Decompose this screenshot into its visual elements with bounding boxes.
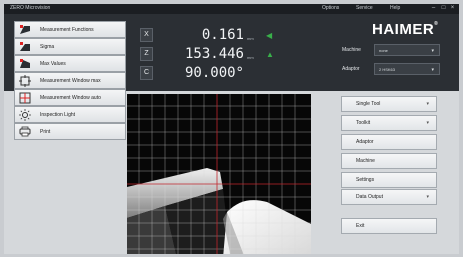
camera-image — [127, 94, 311, 254]
camera-view[interactable] — [127, 94, 311, 254]
print-button[interactable]: Print — [14, 123, 126, 140]
adapter-label: Adaptor — [342, 66, 360, 72]
single-tool-label: Single Tool — [356, 101, 381, 107]
axis-z-unit: mm — [247, 55, 254, 60]
tool-icon — [18, 24, 32, 36]
machine-button[interactable]: Machine — [341, 153, 437, 169]
measurement-window-max-label: Measurement Window max — [40, 77, 101, 84]
chevron-down-icon: ▾ — [426, 101, 429, 107]
minimize-icon[interactable]: – — [430, 5, 437, 12]
data-output-button[interactable]: Data Output ▾ — [341, 189, 437, 205]
machine-button-label: Machine — [356, 158, 375, 164]
measurement-window-auto-label: Measurement Window auto — [40, 94, 101, 101]
print-label: Print — [40, 128, 51, 135]
adaptor-label: Adaptor — [356, 139, 374, 145]
inspection-light-label: Inspection Light — [40, 111, 76, 118]
axis-c-value: 90.000° — [184, 65, 244, 81]
measurement-window-auto-button[interactable]: Measurement Window auto — [14, 89, 126, 106]
print-icon — [18, 126, 32, 138]
axis-z-button[interactable]: Z — [140, 47, 153, 61]
settings-button[interactable]: Settings — [341, 172, 437, 188]
measurement-functions-button[interactable]: Measurement Functions — [14, 21, 126, 38]
measurement-window-max-button[interactable]: Measurement Window max — [14, 72, 126, 89]
single-tool-button[interactable]: Single Tool ▾ — [341, 96, 437, 112]
inspection-light-button[interactable]: Inspection Light — [14, 106, 126, 123]
axis-z-value: 153.446 — [184, 46, 244, 62]
menu-service[interactable]: Service — [356, 5, 373, 11]
data-output-label: Data Output — [356, 194, 383, 200]
chevron-down-icon: ▾ — [431, 48, 434, 54]
toolkit-button[interactable]: Toolkit ▾ — [341, 115, 437, 131]
machine-label: Machine — [342, 47, 361, 53]
max-values-label: Max Values — [40, 60, 66, 67]
measurement-functions-label: Measurement Functions — [40, 26, 94, 33]
window-auto-icon — [18, 92, 32, 104]
chevron-down-icon: ▾ — [426, 120, 429, 126]
max-values-icon — [18, 58, 32, 70]
machine-select[interactable]: none ▾ — [374, 44, 440, 56]
axis-x-value: 0.161 — [201, 27, 244, 43]
toolkit-label: Toolkit — [356, 120, 371, 126]
arrow-up-icon: ▲ — [266, 50, 274, 59]
menu-help[interactable]: Help — [390, 5, 400, 11]
machine-select-value: none — [379, 47, 388, 53]
sigma-label: Sigma — [40, 43, 55, 50]
axis-x-unit: mm — [247, 36, 254, 41]
adapter-select-value: 2 HSK63 — [379, 66, 396, 72]
light-icon — [18, 108, 32, 121]
exit-label: Exit — [356, 223, 365, 229]
menu-options[interactable]: Options — [322, 5, 339, 11]
chevron-down-icon: ▾ — [431, 67, 434, 73]
chevron-down-icon: ▾ — [426, 194, 429, 200]
arrow-left-icon: ◀ — [266, 31, 273, 40]
title-bar: ZERO Microvision Options Service Help – … — [4, 4, 459, 14]
sigma-button[interactable]: Sigma — [14, 38, 126, 55]
max-values-button[interactable]: Max Values — [14, 55, 126, 72]
window-max-icon — [18, 74, 32, 87]
adaptor-button[interactable]: Adaptor — [341, 134, 437, 150]
window-title: ZERO Microvision — [10, 5, 51, 11]
settings-label: Settings — [356, 177, 375, 183]
axis-c-button[interactable]: C — [140, 66, 153, 80]
axis-x-button[interactable]: X — [140, 28, 153, 42]
close-icon[interactable]: × — [449, 5, 456, 12]
brand-logo: HAIMER® — [372, 21, 439, 38]
app-window: ZERO Microvision Options Service Help – … — [4, 4, 459, 254]
sigma-icon — [18, 41, 32, 53]
exit-button[interactable]: Exit — [341, 218, 437, 234]
adapter-select[interactable]: 2 HSK63 ▾ — [374, 63, 440, 75]
maximize-icon[interactable]: □ — [440, 5, 447, 12]
